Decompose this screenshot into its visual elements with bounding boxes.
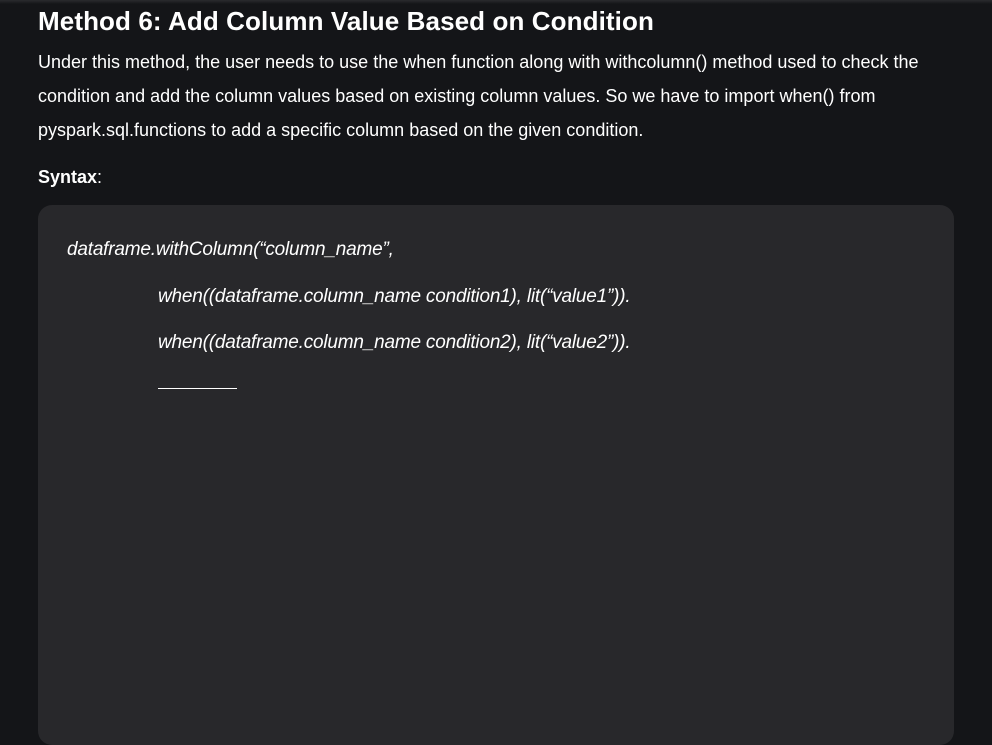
code-line: when((dataframe.column_name condition1),… [158, 286, 631, 307]
intro-paragraph: Under this method, the user needs to use… [38, 52, 919, 140]
code-block: dataframe.withColumn(“column_name”, when… [38, 205, 954, 745]
section-heading: Method 6: Add Column Value Based on Cond… [38, 6, 654, 36]
syntax-label-colon: : [97, 167, 103, 187]
blank-underline [158, 388, 237, 389]
syntax-label: Syntax: [38, 162, 102, 192]
syntax-label-text: Syntax [38, 167, 98, 187]
code-line: when((dataframe.column_name condition2),… [158, 332, 631, 353]
code-line: dataframe.withColumn(“column_name”, [67, 239, 394, 260]
